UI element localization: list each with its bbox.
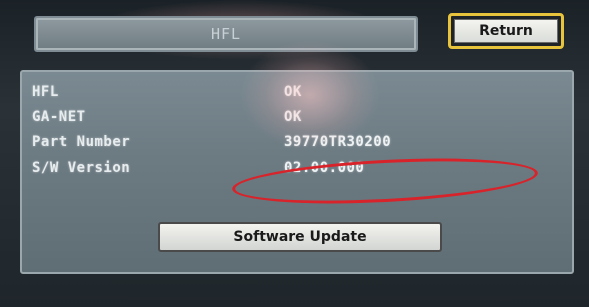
info-row-part-number: Part Number 39770TR30200 <box>22 134 572 154</box>
info-row-hfl: HFL OK <box>22 84 572 104</box>
return-button[interactable]: Return <box>448 13 564 49</box>
return-button-label: Return <box>479 23 533 39</box>
return-button-face[interactable]: Return <box>454 19 558 43</box>
info-value: OK <box>284 84 302 100</box>
info-label: GA-NET <box>32 109 86 125</box>
page-title-text: HFL <box>210 25 242 43</box>
info-value: 02.00.000 <box>284 160 365 176</box>
software-update-button[interactable]: Software Update <box>158 222 442 252</box>
page-title: HFL <box>34 16 418 52</box>
info-value: 39770TR30200 <box>284 134 392 150</box>
info-panel: HFL OK GA-NET OK Part Number 39770TR3020… <box>20 70 574 274</box>
info-row-sw-version: S/W Version 02.00.000 <box>22 160 572 180</box>
info-label: HFL <box>32 84 59 100</box>
software-update-label: Software Update <box>233 229 367 245</box>
info-row-ga-net: GA-NET OK <box>22 109 572 129</box>
info-label: S/W Version <box>32 160 131 176</box>
hfl-screen: HFL Return HFL OK GA-NET OK Part Number … <box>0 0 589 307</box>
info-label: Part Number <box>32 134 131 150</box>
info-value: OK <box>284 109 302 125</box>
